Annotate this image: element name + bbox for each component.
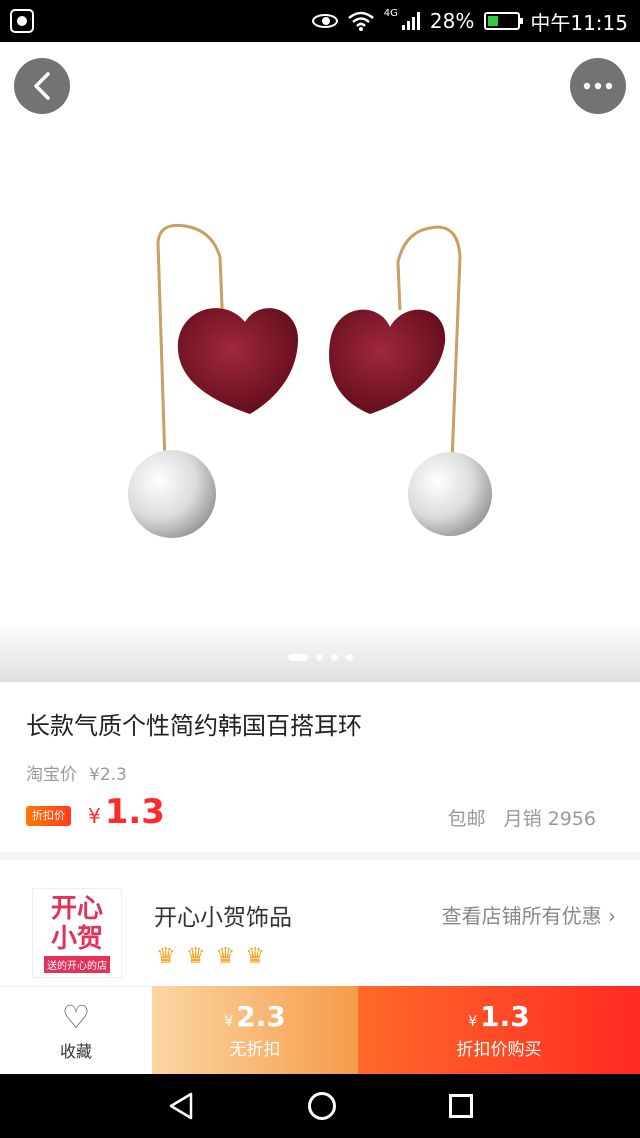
price-symbol: ¥: [88, 804, 101, 828]
product-image: [128, 223, 492, 538]
buy-with-discount-button[interactable]: ¥1.3 折扣价购买: [358, 986, 640, 1074]
nav-recents-icon[interactable]: [449, 1094, 474, 1118]
shipping-label: 包邮: [447, 808, 486, 830]
carousel-indicator: [0, 654, 640, 661]
clock: 中午11:15: [530, 10, 628, 35]
buy-without-discount-button[interactable]: ¥2.3 无折扣: [152, 986, 358, 1074]
shop-logo-line1: 开心: [50, 893, 103, 924]
shop-logo-slogan: 送的开心的店: [44, 955, 110, 973]
status-indicators: 4G 28% 中午11:15: [311, 0, 628, 42]
network-type: 4G: [383, 7, 398, 19]
app-notification-icon: [10, 9, 34, 33]
image-bottom-fade: [0, 622, 640, 682]
carousel-dot-active[interactable]: [287, 654, 308, 661]
original-price-value: ¥2.3: [89, 765, 127, 785]
heart-icon: ♡: [61, 997, 91, 1036]
back-icon: [34, 72, 50, 100]
no-discount-price: ¥2.3: [224, 1000, 286, 1033]
discount-tag: 折扣价: [26, 806, 71, 826]
crown-icon: ♛: [215, 944, 236, 969]
battery-percent: 28%: [429, 9, 475, 33]
more-icon: [583, 82, 613, 90]
original-price: 淘宝价 ¥2.3: [26, 760, 127, 785]
back-button[interactable]: [14, 58, 70, 114]
no-discount-label: 无折扣: [229, 1040, 281, 1060]
sales-info: 包邮 月销 2956: [448, 804, 596, 831]
view-shop-offers-link[interactable]: 查看店铺所有优惠 ›: [442, 900, 616, 929]
battery-icon: [484, 12, 524, 30]
buy-price: ¥1.3: [468, 1000, 530, 1033]
crown-icon: ♛: [185, 944, 206, 969]
eye-comfort-icon: [311, 14, 338, 28]
original-price-label: 淘宝价: [26, 765, 77, 785]
shop-logo-line2: 小贺: [50, 923, 103, 954]
product-title: 长款气质个性简约韩国百搭耳环: [26, 712, 362, 740]
shop-section: 开心 小贺 送的开心的店 开心小贺饰品 查看店铺所有优惠 › ♛ ♛ ♛ ♛: [0, 860, 640, 986]
nav-back-icon[interactable]: [167, 1091, 195, 1121]
more-button[interactable]: [570, 58, 626, 114]
product-info: 长款气质个性简约韩国百搭耳环 淘宝价 ¥2.3 折扣价 ¥1.3 包邮 月销 295…: [0, 682, 640, 852]
crown-icon: ♛: [156, 944, 176, 969]
status-bar: 4G 28% 中午11:15: [0, 0, 640, 42]
bottom-action-bar: ♡ 收藏 ¥2.3 无折扣 ¥1.3 折扣价购买: [0, 986, 640, 1074]
no-discount-price-symbol: ¥: [224, 1014, 234, 1030]
carousel-dot[interactable]: [330, 654, 338, 661]
buy-price-symbol: ¥: [468, 1014, 478, 1030]
crown-icon: ♛: [245, 944, 265, 969]
wifi-icon: [347, 11, 374, 31]
monthly-sales: 月销 2956: [503, 808, 596, 830]
shop-rating: ♛ ♛ ♛ ♛: [156, 944, 265, 969]
shop-name[interactable]: 开心小贺饰品: [154, 898, 292, 932]
favorite-button[interactable]: ♡ 收藏: [0, 986, 152, 1074]
carousel-dot[interactable]: [315, 654, 323, 661]
favorite-label: 收藏: [59, 1041, 92, 1061]
carousel-dot[interactable]: [345, 654, 353, 661]
buy-label: 折扣价购买: [456, 1040, 542, 1060]
discount-price: ¥1.3: [88, 792, 165, 832]
system-nav-bar: [0, 1074, 640, 1138]
no-discount-price-value: 2.3: [236, 1000, 286, 1033]
nav-home-icon[interactable]: [307, 1092, 336, 1120]
buy-price-value: 1.3: [480, 1000, 530, 1033]
shop-logo[interactable]: 开心 小贺 送的开心的店: [32, 888, 122, 978]
product-image-carousel[interactable]: [0, 42, 640, 682]
price-value: 1.3: [104, 792, 165, 832]
signal-icon: [401, 12, 420, 30]
